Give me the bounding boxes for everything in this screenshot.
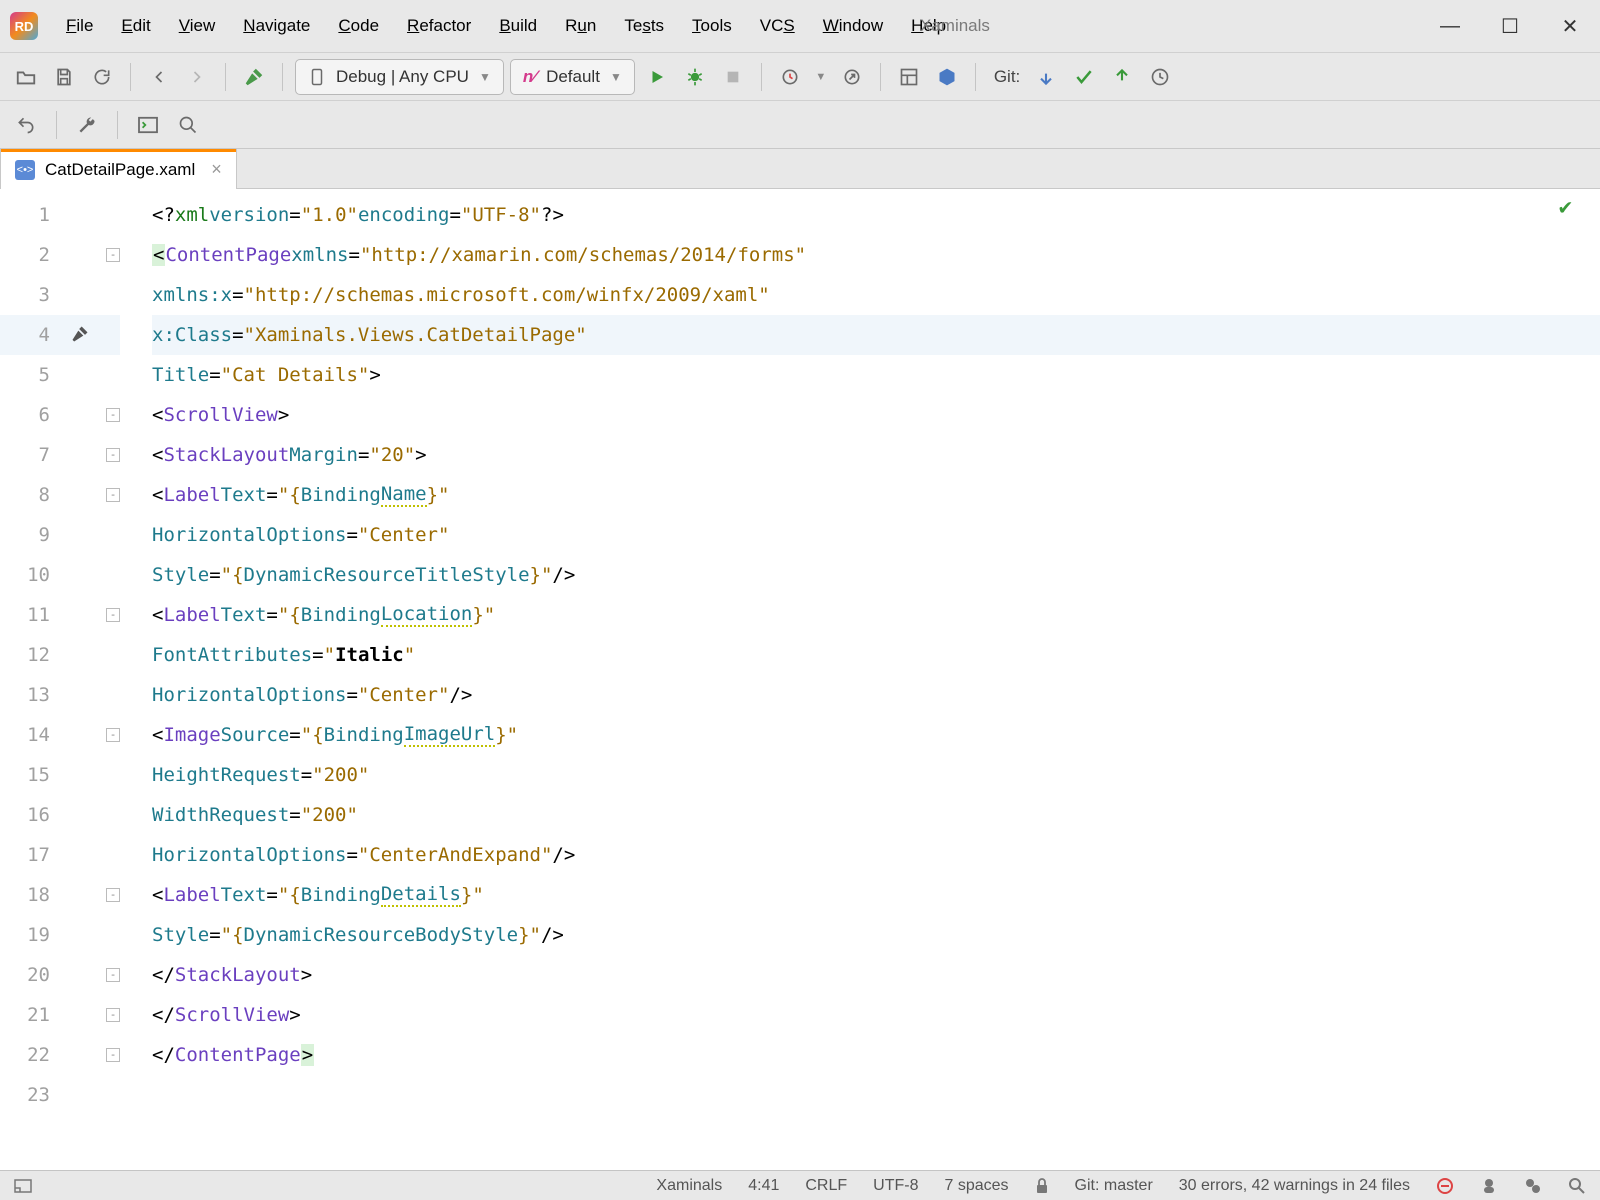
- nuget-icon[interactable]: [931, 61, 963, 93]
- xaml-file-icon: <•>: [15, 160, 35, 180]
- commit-icon[interactable]: [1068, 61, 1100, 93]
- terminal-icon[interactable]: [132, 109, 164, 141]
- attach-icon[interactable]: [836, 61, 868, 93]
- wrench-icon[interactable]: [71, 109, 103, 141]
- dotnet-icon: n⁄: [523, 67, 536, 87]
- lock-icon[interactable]: [1035, 1178, 1049, 1194]
- menu-navigate[interactable]: Navigate: [229, 10, 324, 42]
- open-icon[interactable]: [10, 61, 42, 93]
- config-selector[interactable]: Debug | Any CPU ▼: [295, 59, 504, 95]
- error-icon[interactable]: [1436, 1177, 1454, 1195]
- menu-build[interactable]: Build: [485, 10, 551, 42]
- window-controls: — ☐ ✕: [1420, 11, 1600, 41]
- status-ok-icon: ✔: [1559, 195, 1572, 220]
- build-hammer-icon[interactable]: [238, 61, 270, 93]
- close-button[interactable]: ✕: [1540, 11, 1600, 41]
- profiler-icon[interactable]: [774, 61, 806, 93]
- debug-icon[interactable]: [679, 61, 711, 93]
- device-icon: [308, 68, 326, 86]
- main-menu: File Edit View Navigate Code Refactor Bu…: [52, 10, 960, 42]
- minimize-button[interactable]: —: [1420, 11, 1480, 41]
- tool-window-icon[interactable]: [14, 1179, 32, 1193]
- editor-tabs: <•> CatDetailPage.xaml ×: [0, 149, 1600, 189]
- gutter: 1234567891011121314151617181920212223: [0, 189, 120, 1170]
- menu-window[interactable]: Window: [809, 10, 897, 42]
- menu-code[interactable]: Code: [324, 10, 393, 42]
- target-selector[interactable]: n⁄ Default ▼: [510, 59, 635, 95]
- settings-icon[interactable]: [1524, 1177, 1542, 1195]
- git-label: Git:: [994, 67, 1020, 87]
- app-icon: RD: [10, 12, 38, 40]
- code-area[interactable]: ✔ ---------- <?xml version="1.0" encodin…: [120, 189, 1600, 1170]
- separator: [975, 63, 976, 91]
- secondary-toolbar: [0, 101, 1600, 149]
- menu-tests[interactable]: Tests: [610, 10, 678, 42]
- project-name: Xaminals: [920, 16, 990, 36]
- update-icon[interactable]: [1030, 61, 1062, 93]
- menu-vcs[interactable]: VCS: [746, 10, 809, 42]
- back-icon[interactable]: [143, 61, 175, 93]
- separator: [880, 63, 881, 91]
- status-problems[interactable]: 30 errors, 42 warnings in 24 files: [1179, 1177, 1410, 1195]
- layout-icon[interactable]: [893, 61, 925, 93]
- refresh-icon[interactable]: [86, 61, 118, 93]
- stop-icon[interactable]: [717, 61, 749, 93]
- menu-tools[interactable]: Tools: [678, 10, 746, 42]
- main-toolbar: Debug | Any CPU ▼ n⁄ Default ▼ ▼ Git:: [0, 53, 1600, 101]
- history-icon[interactable]: [1144, 61, 1176, 93]
- undo-icon[interactable]: [10, 109, 42, 141]
- save-icon[interactable]: [48, 61, 80, 93]
- separator: [117, 111, 118, 139]
- status-bar: Xaminals 4:41 CRLF UTF-8 7 spaces Git: m…: [0, 1170, 1600, 1200]
- maximize-button[interactable]: ☐: [1480, 11, 1540, 41]
- status-caret[interactable]: 4:41: [748, 1177, 779, 1195]
- menu-run[interactable]: Run: [551, 10, 610, 42]
- tab-label: CatDetailPage.xaml: [45, 160, 195, 180]
- separator: [761, 63, 762, 91]
- config-label: Debug | Any CPU: [336, 67, 469, 87]
- separator: [56, 111, 57, 139]
- chevron-down-icon: ▼: [610, 70, 622, 84]
- close-icon[interactable]: ×: [211, 159, 222, 180]
- tab-catdetailpage[interactable]: <•> CatDetailPage.xaml ×: [0, 149, 237, 189]
- separator: [130, 63, 131, 91]
- status-vcs[interactable]: Git: master: [1075, 1177, 1153, 1195]
- menu-refactor[interactable]: Refactor: [393, 10, 485, 42]
- status-eol[interactable]: CRLF: [805, 1177, 847, 1195]
- forward-icon[interactable]: [181, 61, 213, 93]
- run-icon[interactable]: [641, 61, 673, 93]
- separator: [225, 63, 226, 91]
- push-icon[interactable]: [1106, 61, 1138, 93]
- inspector-icon[interactable]: [1480, 1177, 1498, 1195]
- status-indent[interactable]: 7 spaces: [944, 1177, 1008, 1195]
- chevron-down-icon: ▼: [479, 70, 491, 84]
- find-icon[interactable]: [1568, 1177, 1586, 1195]
- code-editor[interactable]: 1234567891011121314151617181920212223 ✔ …: [0, 189, 1600, 1170]
- menu-view[interactable]: View: [165, 10, 230, 42]
- menu-file[interactable]: File: [52, 10, 107, 42]
- target-label: Default: [546, 67, 600, 87]
- menu-edit[interactable]: Edit: [107, 10, 164, 42]
- search-icon[interactable]: [172, 109, 204, 141]
- separator: [282, 63, 283, 91]
- status-project: Xaminals: [656, 1177, 722, 1195]
- status-encoding[interactable]: UTF-8: [873, 1177, 918, 1195]
- title-bar: RD File Edit View Navigate Code Refactor…: [0, 0, 1600, 53]
- chevron-down-icon[interactable]: ▼: [812, 61, 830, 93]
